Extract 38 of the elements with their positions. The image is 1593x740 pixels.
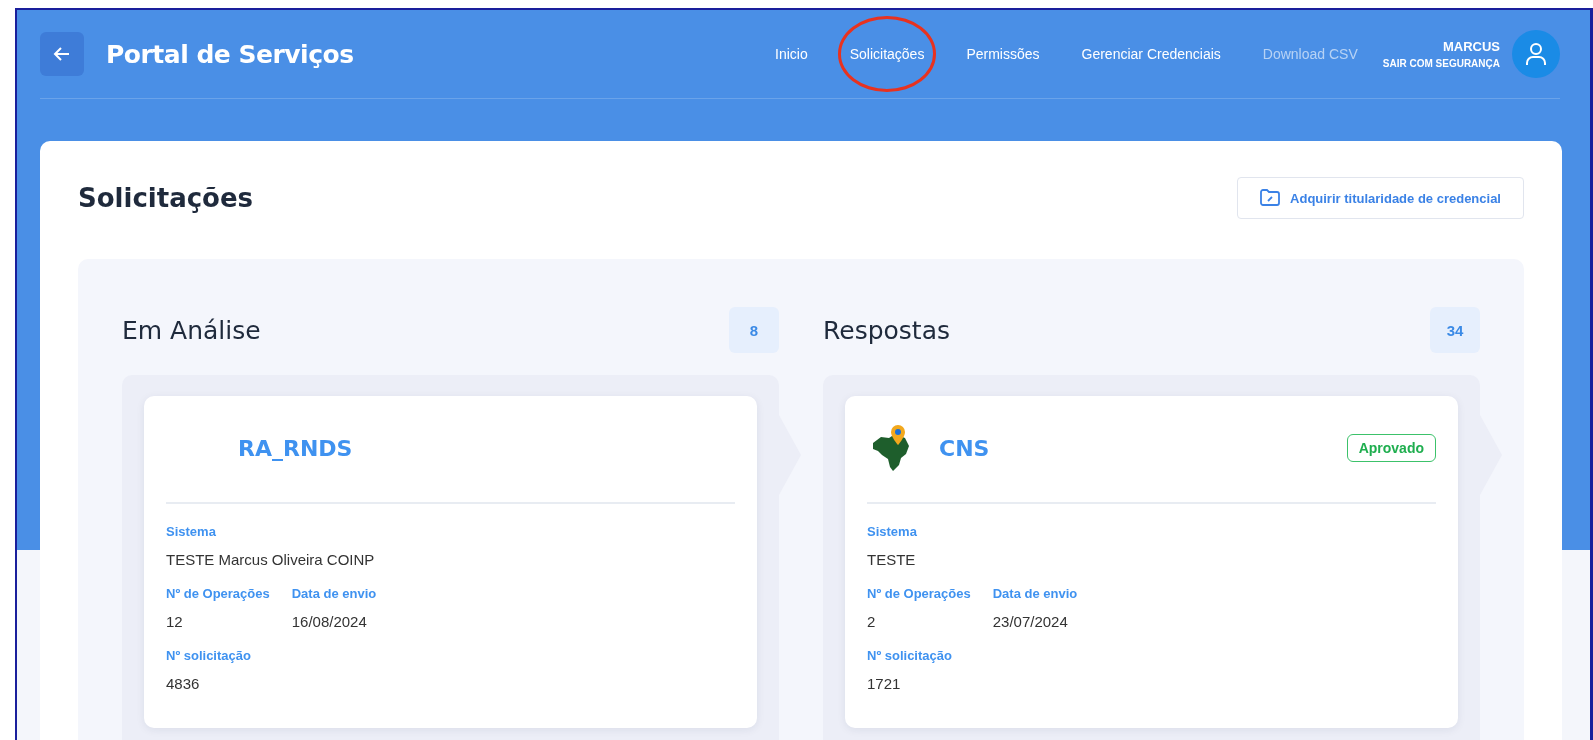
user-name: MARCUS <box>1442 39 1500 54</box>
field-value: 12 <box>166 613 184 630</box>
field-label: Data de envio <box>992 586 1078 601</box>
count-badge: 34 <box>1430 307 1480 353</box>
folder-icon <box>1260 189 1281 207</box>
field-label: Sistema <box>166 524 217 539</box>
card-title: RA_RNDS <box>238 435 353 461</box>
back-button[interactable] <box>40 32 84 76</box>
field-label: Data de envio <box>291 586 377 601</box>
field-value: 2 <box>867 613 877 630</box>
field-value: TESTE Marcus Oliveira COINP <box>166 551 376 568</box>
nav-link[interactable]: Inicio <box>754 46 829 62</box>
status-badge: Aprovado <box>1346 434 1436 462</box>
avatar-button[interactable] <box>1512 30 1560 78</box>
field-label: Nº solicitação <box>166 648 252 663</box>
field-value: 4836 <box>166 675 201 692</box>
field-value: TESTE <box>867 551 917 568</box>
request-card[interactable]: CNS Aprovado Sistema TESTE Nº de Operações 2 Data de envio 23/07/2024 Nº solicitação 1721 <box>845 396 1458 728</box>
app-title: Portal de Serviços <box>106 39 354 69</box>
field-value: 23/07/2024 <box>992 613 1069 630</box>
field-label: Nº solicitação <box>867 648 953 663</box>
nav-link[interactable]: Gerenciar Credenciais <box>1060 46 1242 62</box>
nav-link[interactable]: Permissões <box>945 46 1061 62</box>
page-title: Solicitações <box>78 183 254 213</box>
field-value: 16/08/2024 <box>291 613 368 630</box>
field-label: Nº de Operações <box>166 586 270 601</box>
acquire-button[interactable]: Adquirir titularidade de credencial <box>1237 177 1524 219</box>
field-value: 1721 <box>867 675 902 692</box>
count-badge: 8 <box>729 307 779 353</box>
field-label: Nº de Operações <box>867 586 971 601</box>
field-label: Sistema <box>867 524 918 539</box>
user-icon <box>1525 42 1547 66</box>
card-title: CNS <box>939 435 990 461</box>
column-title: Respostas <box>823 315 950 345</box>
logout-link[interactable]: SAIR COM SEGURANÇA <box>1382 58 1500 69</box>
column-title: Em Análise <box>122 315 261 345</box>
request-card[interactable]: RA_RNDS Sistema TESTE Marcus Oliveira COINP Nº de Operações 12 Data de envio 16/08/2024 Nº solicitação 4836 <box>144 396 757 728</box>
nav-link[interactable]: Solicitações <box>828 46 946 62</box>
